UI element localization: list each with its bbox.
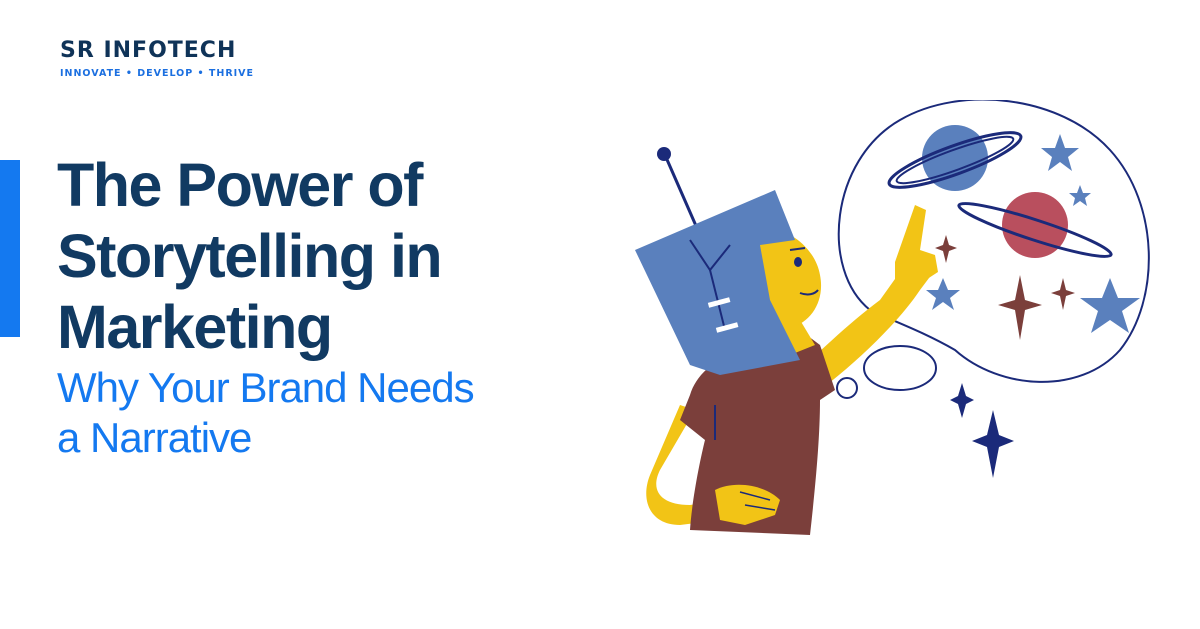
brand-tagline: INNOVATE • DEVELOP • THRIVE [60,68,255,79]
thought-bubble [836,100,1150,399]
subheadline-line-1: Why Your Brand Needs [57,364,475,411]
brand-logo: SR INFOTECH INNOVATE • DEVELOP • THRIVE [60,38,255,80]
red-planet-icon [957,192,1113,258]
headline-line-3: Marketing [57,293,333,361]
headline-line-1: The Power of [57,151,423,219]
subheadline-line-2: a Narrative [57,414,252,461]
storytelling-illustration [635,100,1150,535]
sparkle-icon [950,383,1014,478]
accent-bar [0,160,20,337]
headline: The Power of Storytelling in Marketing [57,150,617,363]
blue-planet-icon [887,125,1023,191]
headline-line-2: Storytelling in [57,222,443,290]
brand-name: SR INFOTECH [60,38,237,63]
subheadline: Why Your Brand Needs a Narrative [57,363,617,463]
